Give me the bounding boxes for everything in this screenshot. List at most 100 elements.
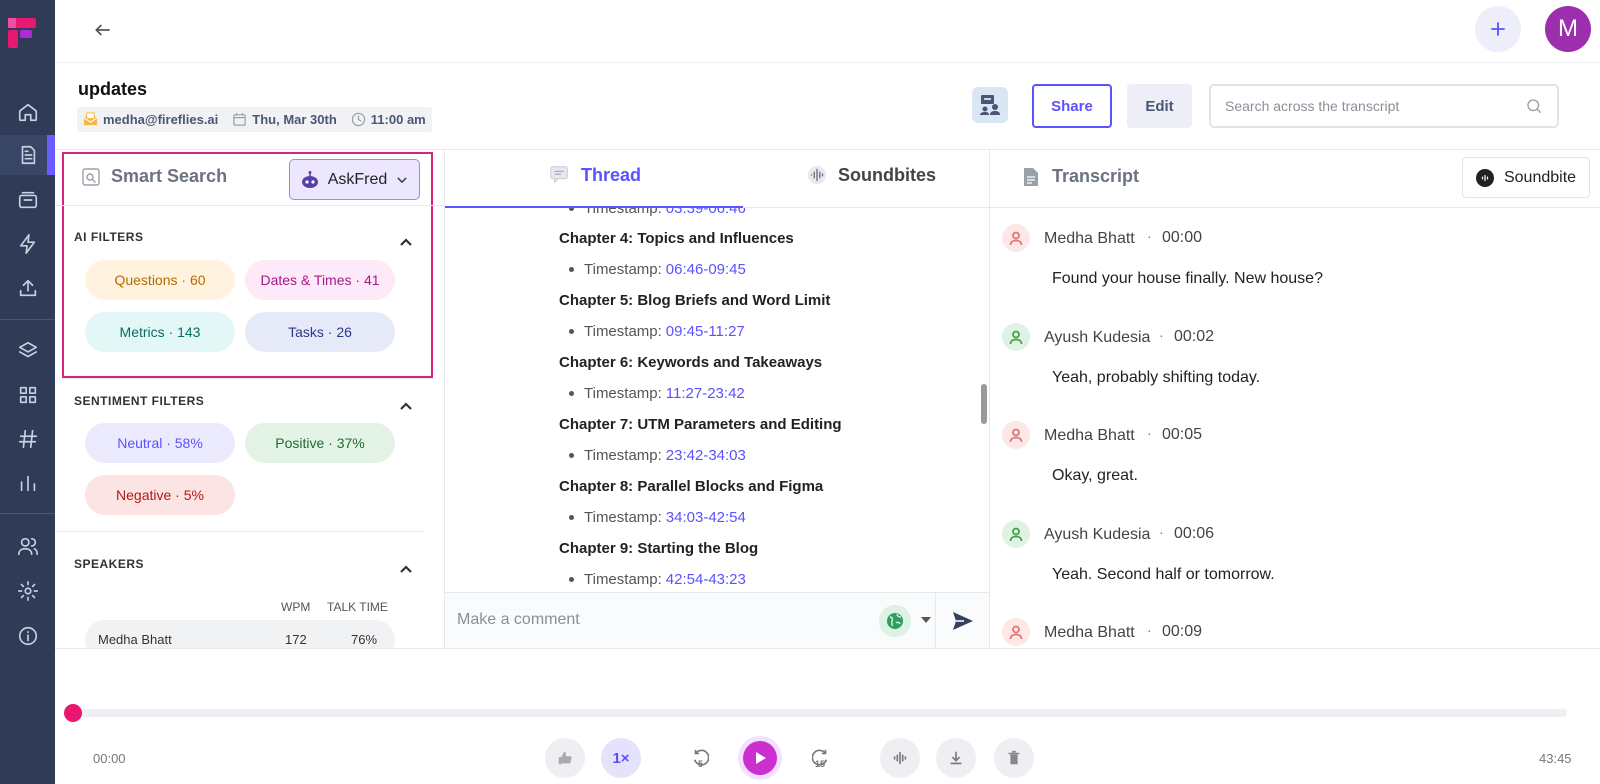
- chat-icon: [550, 166, 568, 184]
- visibility-globe-icon[interactable]: [879, 605, 911, 637]
- speaker-name[interactable]: Medha Bhatt: [1044, 624, 1135, 642]
- speaker-avatar-icon: [1002, 421, 1030, 449]
- search-icon[interactable]: [1525, 97, 1543, 115]
- transcript-entry[interactable]: Ayush Kudesia · 00:06 Yeah. Second half or …: [1002, 519, 1592, 620]
- play-button[interactable]: [738, 736, 782, 780]
- forward-button[interactable]: 15: [801, 738, 841, 778]
- top-bar: M: [55, 0, 1600, 63]
- clock-icon: [351, 112, 365, 127]
- ai-filter-pill[interactable]: Tasks · 26: [245, 312, 395, 352]
- tab-soundbites[interactable]: Soundbites: [806, 164, 936, 186]
- timestamp-label: Timestamp:: [584, 447, 662, 464]
- nav-info-icon[interactable]: [0, 616, 55, 656]
- document-icon: [1024, 167, 1038, 186]
- nav-upload-icon[interactable]: [0, 268, 55, 308]
- mail-icon: [83, 112, 98, 126]
- nav-home-icon[interactable]: [0, 92, 55, 132]
- entry-timestamp[interactable]: 00:09: [1162, 623, 1202, 641]
- nav-layers-icon[interactable]: [0, 331, 55, 371]
- speaker-view-button[interactable]: [972, 87, 1008, 123]
- ai-filters-collapse-icon[interactable]: [398, 234, 414, 250]
- nav-team-icon[interactable]: [0, 526, 55, 566]
- ai-filter-pill[interactable]: Dates & Times · 41: [245, 260, 395, 300]
- nav-apps-icon[interactable]: [0, 375, 55, 415]
- total-time: 43:45: [1539, 751, 1572, 766]
- meeting-title: updates: [78, 79, 148, 99]
- current-time: 00:00: [93, 751, 126, 766]
- speaker-row[interactable]: Medha Bhatt 172 76%: [85, 620, 395, 648]
- timestamp-link[interactable]: 23:42-34:03: [666, 447, 746, 464]
- nav-settings-icon[interactable]: [0, 571, 55, 611]
- audio-player: 00:00 43:45 1× 5 15: [55, 648, 1600, 784]
- speakers-talktime-header: TALK TIME: [327, 600, 388, 614]
- timestamp-link[interactable]: 09:45-11:27: [666, 323, 745, 340]
- presenter-icon: [980, 95, 1000, 115]
- scrollbar-thumb[interactable]: [981, 384, 987, 424]
- back-arrow-icon[interactable]: [90, 17, 116, 43]
- send-comment-button[interactable]: [935, 593, 989, 648]
- ai-filter-pill[interactable]: Questions · 60: [85, 260, 235, 300]
- transcript-entry[interactable]: Medha Bhatt · 00:05 Okay, great.: [1002, 421, 1592, 521]
- transcript-search: [1209, 84, 1559, 128]
- comment-input[interactable]: [457, 605, 867, 635]
- visibility-dropdown-caret[interactable]: [921, 617, 931, 623]
- soundbite-button[interactable]: Soundbite: [1462, 157, 1590, 198]
- entry-timestamp[interactable]: 00:06: [1174, 525, 1214, 543]
- entry-timestamp[interactable]: 00:02: [1174, 328, 1214, 346]
- meeting-meta: medha@fireflies.ai Thu, Mar 30th 11:00 a…: [77, 107, 432, 132]
- playback-speed-button[interactable]: 1×: [601, 738, 641, 778]
- nav-channels-icon[interactable]: [0, 419, 55, 459]
- like-button[interactable]: [545, 738, 585, 778]
- chapter-title: Chapter 8: Parallel Blocks and Figma: [559, 478, 824, 495]
- sentiment-filter-pill[interactable]: Neutral · 58%: [85, 423, 235, 463]
- timestamp-link[interactable]: 06:46-09:45: [666, 261, 746, 278]
- timestamp-row: Timestamp: 34:03-42:54: [569, 509, 746, 526]
- speaker-avatar-icon: [1002, 322, 1030, 351]
- sentiment-filter-pill[interactable]: Positive · 37%: [245, 423, 395, 463]
- transcript-entry[interactable]: Medha Bhatt · 00:00 Found your house finall…: [1002, 224, 1592, 324]
- transcript-entry[interactable]: Medha Bhatt · 00:09: [1002, 618, 1592, 648]
- rewind-button[interactable]: 5: [680, 738, 720, 778]
- share-button[interactable]: Share: [1032, 84, 1112, 128]
- soundwave-icon: [807, 165, 827, 185]
- user-avatar[interactable]: M: [1545, 6, 1591, 52]
- entry-timestamp[interactable]: 00:00: [1162, 229, 1202, 247]
- edit-button[interactable]: Edit: [1127, 84, 1192, 128]
- speaker-name[interactable]: Ayush Kudesia: [1044, 526, 1150, 544]
- download-button[interactable]: [936, 738, 976, 778]
- timestamp-label: Timestamp:: [584, 385, 662, 402]
- transcript-panel: Transcript Soundbite Medha Bhatt · 00:00 Fo…: [990, 150, 1600, 648]
- timestamp-link[interactable]: 11:27-23:42: [666, 385, 745, 402]
- add-button[interactable]: [1475, 6, 1521, 52]
- speaker-name[interactable]: Medha Bhatt: [1044, 427, 1135, 445]
- timestamp-link[interactable]: 03:39-06:46: [666, 208, 746, 217]
- speaker-row-wpm: 172: [285, 632, 307, 647]
- transcript-search-input[interactable]: [1225, 98, 1525, 114]
- fireflies-logo[interactable]: [4, 16, 40, 52]
- nav-integrations-icon[interactable]: [0, 224, 55, 264]
- delete-button[interactable]: [994, 738, 1034, 778]
- nav-analytics-icon[interactable]: [0, 463, 55, 503]
- timestamp-label: Timestamp:: [584, 323, 662, 340]
- sentiment-collapse-icon[interactable]: [398, 398, 414, 414]
- timestamp-link[interactable]: 34:03-42:54: [666, 509, 746, 526]
- timestamp-row: Timestamp: 23:42-34:03: [569, 447, 746, 464]
- entry-timestamp[interactable]: 00:05: [1162, 426, 1202, 444]
- speaker-name[interactable]: Ayush Kudesia: [1044, 329, 1150, 347]
- askfred-button[interactable]: AskFred: [289, 159, 420, 200]
- nav-notebook-icon[interactable]: [0, 135, 55, 175]
- progress-track[interactable]: [72, 709, 1567, 717]
- tab-thread[interactable]: Thread: [549, 164, 641, 186]
- speakers-collapse-icon[interactable]: [398, 561, 414, 577]
- timestamp-link[interactable]: 42:54-43:23: [666, 571, 746, 588]
- nav-meetings-icon[interactable]: [0, 180, 55, 220]
- progress-knob[interactable]: [64, 704, 82, 722]
- soundbite-create-button[interactable]: [880, 738, 920, 778]
- organizer: medha@fireflies.ai: [83, 112, 218, 127]
- speakers-wpm-header: WPM: [281, 600, 311, 614]
- ai-filter-pill[interactable]: Metrics · 143: [85, 312, 235, 352]
- transcript-entry[interactable]: Ayush Kudesia · 00:02 Yeah, probably shifti…: [1002, 322, 1592, 423]
- sentiment-filter-pill[interactable]: Negative · 5%: [85, 475, 235, 515]
- speaker-name[interactable]: Medha Bhatt: [1044, 230, 1135, 248]
- chapter-title: Chapter 5: Blog Briefs and Word Limit: [559, 292, 831, 309]
